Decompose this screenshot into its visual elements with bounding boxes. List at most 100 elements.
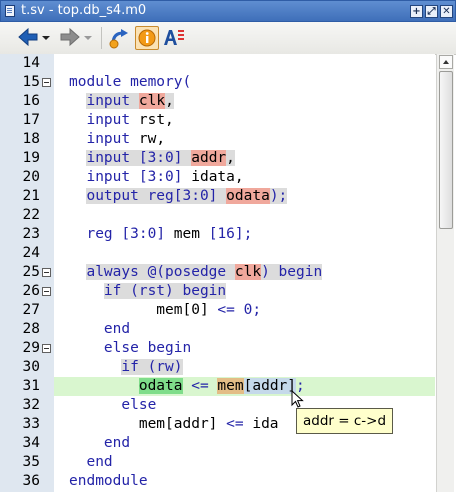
- code-token: <=: [217, 302, 235, 318]
- code-token: idata,: [182, 169, 244, 185]
- code-line-current[interactable]: odata <= mem[addr];: [54, 377, 435, 396]
- code-token: );: [269, 188, 288, 204]
- code-token: mem: [217, 378, 244, 394]
- code-text: module memory(: [69, 73, 191, 92]
- line-number: 28: [22, 321, 40, 337]
- line-number: 15: [22, 74, 40, 90]
- code-line[interactable]: if (rst) begin: [54, 282, 435, 301]
- code-token: ) begin: [261, 264, 323, 280]
- line-number: 16: [22, 93, 40, 109]
- line-number: 29: [22, 340, 40, 356]
- code-text: if (rw): [69, 358, 183, 377]
- line-number: 22: [22, 207, 40, 223]
- code-line[interactable]: input [3:0] addr,: [54, 149, 435, 168]
- code-line[interactable]: if (rw): [54, 358, 435, 377]
- toolbar-separator: [101, 27, 102, 49]
- line-number: 35: [22, 454, 40, 470]
- close-button[interactable]: ✕: [440, 5, 453, 18]
- code-token: end: [86, 454, 113, 470]
- code-line[interactable]: mem[0] <= 0;: [54, 301, 435, 320]
- code-token: if (rst) begin: [103, 283, 227, 299]
- code-line[interactable]: [54, 244, 435, 263]
- line-number: 36: [22, 473, 40, 489]
- back-arrow-icon[interactable]: [16, 26, 40, 50]
- code-token: always @(posedge: [86, 264, 235, 280]
- code-line[interactable]: reg [3:0] mem [16];: [54, 225, 435, 244]
- scroll-up-button[interactable]: [439, 55, 453, 69]
- code-line[interactable]: [54, 206, 435, 225]
- line-number: 33: [22, 416, 40, 432]
- scrollbar-thumb[interactable]: [439, 71, 453, 229]
- code-line[interactable]: input [3:0] idata,: [54, 168, 435, 187]
- fold-collapse-icon[interactable]: [42, 78, 51, 87]
- fold-collapse-icon[interactable]: [42, 268, 51, 277]
- code-token: input [3:0]: [86, 150, 192, 166]
- code-text: mem[0] <= 0;: [69, 301, 261, 320]
- line-number: 24: [22, 245, 40, 261]
- fold-collapse-icon[interactable]: [42, 344, 51, 353]
- code-line[interactable]: input rw,: [54, 130, 435, 149]
- value-tooltip: addr = c->d: [296, 408, 394, 434]
- code-token: 0;: [243, 302, 262, 318]
- line-number: 18: [22, 131, 40, 147]
- code-line[interactable]: [54, 54, 435, 73]
- code-token: [3:0]: [138, 169, 183, 185]
- code-line[interactable]: end: [54, 320, 435, 339]
- forward-dropdown-icon[interactable]: [83, 26, 93, 50]
- code-text: reg [3:0] mem [16];: [69, 225, 252, 244]
- code-token: mem[0]: [69, 302, 218, 318]
- back-dropdown-icon[interactable]: [41, 26, 51, 50]
- forward-arrow-icon[interactable]: [58, 26, 82, 50]
- code-line[interactable]: end: [54, 434, 435, 453]
- fold-collapse-icon[interactable]: [42, 287, 51, 296]
- code-text: input [3:0] addr,: [69, 149, 235, 168]
- line-number: 14: [22, 55, 40, 71]
- code-token: input: [86, 169, 131, 185]
- info-icon[interactable]: [135, 26, 159, 50]
- code-token: [3:0]: [121, 226, 166, 242]
- code-line[interactable]: always @(posedge clk) begin: [54, 263, 435, 282]
- code-line[interactable]: output reg[3:0] odata);: [54, 187, 435, 206]
- code-line[interactable]: input clk,: [54, 92, 435, 111]
- code-token: rw,: [130, 131, 166, 147]
- restore-button[interactable]: ⤢: [425, 5, 438, 18]
- font-ab-icon[interactable]: [162, 26, 186, 50]
- code-token: <=: [182, 378, 218, 394]
- code-line[interactable]: input rst,: [54, 111, 435, 130]
- code-line[interactable]: else begin: [54, 339, 435, 358]
- document-icon: [5, 5, 15, 17]
- code-line[interactable]: end: [54, 453, 435, 472]
- code-token: odata: [226, 188, 270, 204]
- code-text: input rst,: [69, 111, 173, 130]
- code-text: odata <= mem[addr];: [69, 377, 305, 396]
- code-line[interactable]: module memory(: [54, 73, 435, 92]
- line-number-gutter: 14 15 16 17 18 19 20 21 22 23 24 25 26 27 28 29 30 31 32 33…: [0, 54, 54, 492]
- maximize-button[interactable]: +: [410, 5, 423, 18]
- code-token: end: [103, 435, 131, 451]
- code-token: clk: [138, 93, 166, 109]
- code-token: input: [86, 93, 139, 109]
- vertical-scrollbar[interactable]: [436, 54, 454, 492]
- code-text: always @(posedge clk) begin: [69, 263, 323, 282]
- line-number: 19: [22, 150, 40, 166]
- trace-driver-icon[interactable]: [108, 26, 132, 50]
- code-token: ,: [165, 93, 174, 109]
- code-token: reg: [86, 226, 113, 242]
- code-token: if (rw): [121, 359, 183, 375]
- code-token: [16];: [208, 226, 253, 242]
- code-line[interactable]: endmodule: [54, 472, 435, 491]
- code-token: clk: [234, 264, 262, 280]
- line-number: 31: [22, 378, 40, 394]
- code-text: input [3:0] idata,: [69, 168, 244, 187]
- line-number: 34: [22, 435, 40, 451]
